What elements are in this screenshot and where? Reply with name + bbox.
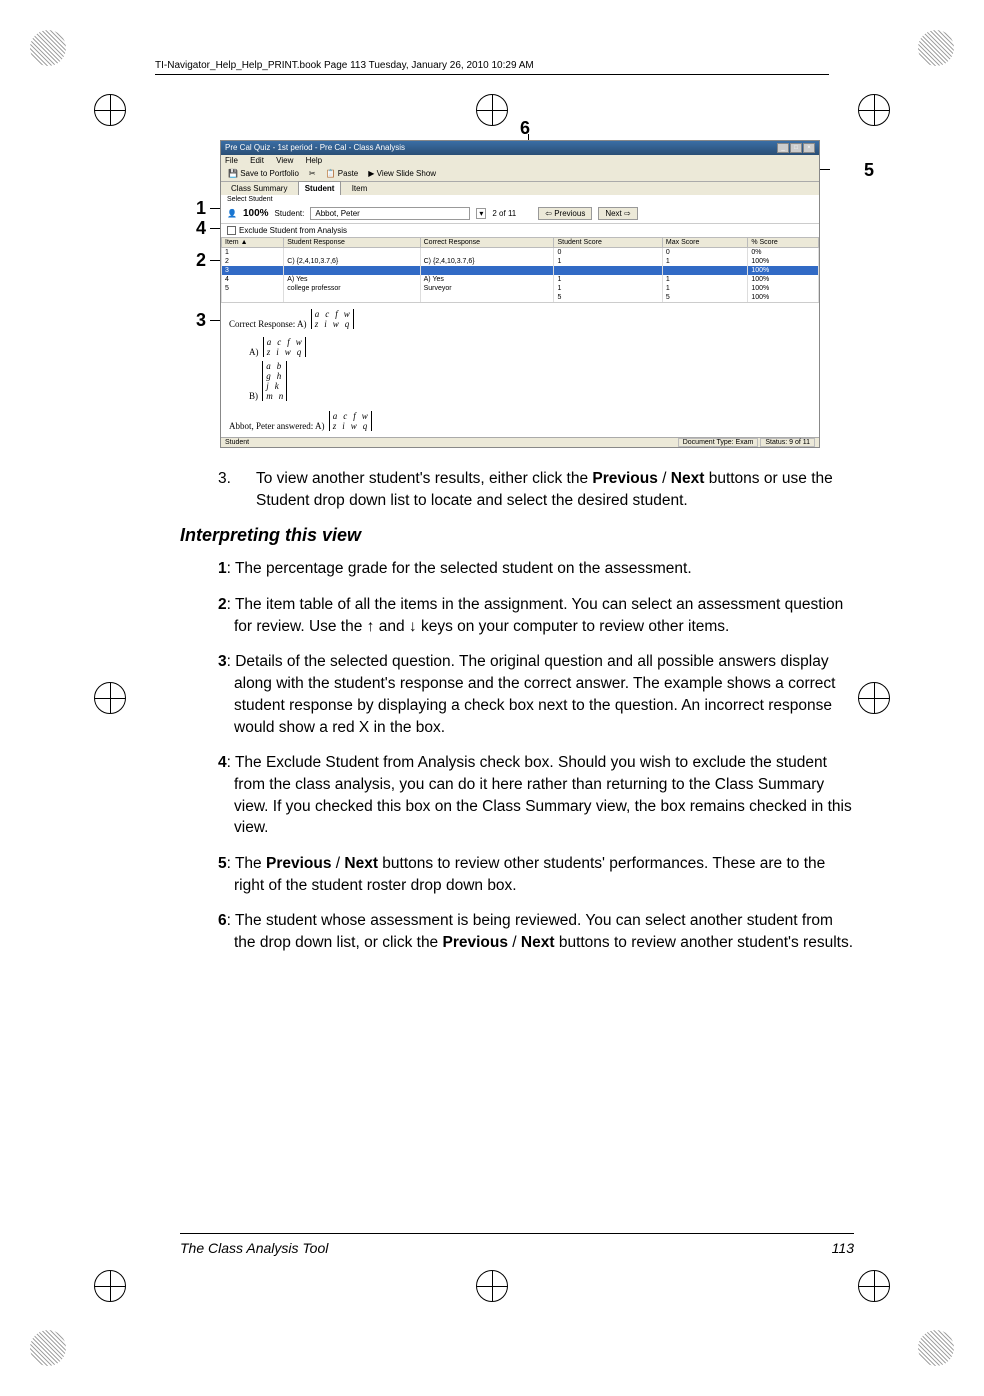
table-row[interactable]: 1000% xyxy=(222,248,819,258)
col-percent: % Score xyxy=(748,238,819,248)
exclude-checkbox[interactable] xyxy=(227,226,236,235)
callout-4: 4 xyxy=(196,218,206,239)
student-counter: 2 of 11 xyxy=(492,209,516,218)
cut-button[interactable]: ✂ xyxy=(306,168,319,179)
tab-student[interactable]: Student xyxy=(298,181,342,195)
definition-2: 2: The item table of all the items in th… xyxy=(218,594,854,637)
maximize-icon[interactable]: □ xyxy=(790,143,802,153)
definition-1: 1: The percentage grade for the selected… xyxy=(218,558,854,580)
callout-3: 3 xyxy=(196,310,206,331)
col-response: Student Response xyxy=(284,238,420,248)
screenshot-figure: 6 1 4 2 3 5 Pre Cal Quiz - 1st period - … xyxy=(220,140,854,448)
col-correct: Correct Response xyxy=(420,238,554,248)
definition-5: 5: The Previous / Next buttons to review… xyxy=(218,853,854,896)
save-to-portfolio-button[interactable]: 💾 Save to Portfolio xyxy=(225,168,302,179)
question-detail-panel: Correct Response: A) acfwziwq A) acfwziw… xyxy=(221,302,819,437)
exclude-label: Exclude Student from Analysis xyxy=(239,226,347,235)
table-row[interactable]: 55100% xyxy=(222,293,819,302)
window-title: Pre Cal Quiz - 1st period - Pre Cal - Cl… xyxy=(225,143,405,153)
dropdown-chevron-icon[interactable]: ▾ xyxy=(476,208,486,219)
paste-button[interactable]: 📋 Paste xyxy=(323,168,362,179)
callout-5: 5 xyxy=(864,160,874,181)
menu-bar: File Edit View Help xyxy=(221,155,819,166)
item-table[interactable]: Item ▲ Student Response Correct Response… xyxy=(221,237,819,302)
student-icon: 👤 xyxy=(227,209,237,218)
next-button[interactable]: Next ⇨ xyxy=(598,207,637,220)
tab-class-summary[interactable]: Class Summary xyxy=(225,182,293,195)
callout-2: 2 xyxy=(196,250,206,271)
window-titlebar: Pre Cal Quiz - 1st period - Pre Cal - Cl… xyxy=(221,141,819,155)
student-answered-label: Abbot, Peter answered: A) xyxy=(229,421,324,431)
slideshow-button[interactable]: ▶ View Slide Show xyxy=(365,168,439,179)
col-item: Item ▲ xyxy=(222,238,284,248)
previous-button[interactable]: ⇦ Previous xyxy=(538,207,592,220)
page-header: TI-Navigator_Help_Help_PRINT.book Page 1… xyxy=(155,60,829,75)
table-row-selected[interactable]: 3100% xyxy=(222,266,819,275)
status-bar: Student Document Type: Exam Status: 9 of… xyxy=(221,437,819,447)
toolbar: 💾 Save to Portfolio ✂ 📋 Paste ▶ View Sli… xyxy=(221,166,819,182)
student-field-label: Student: xyxy=(275,209,305,218)
menu-view[interactable]: View xyxy=(276,156,293,165)
footer-title: The Class Analysis Tool xyxy=(180,1240,328,1256)
page-footer: The Class Analysis Tool 113 xyxy=(180,1233,854,1256)
select-student-label: Select Student xyxy=(221,195,819,204)
col-max-score: Max Score xyxy=(662,238,747,248)
student-dropdown[interactable]: Abbot, Peter xyxy=(310,207,470,220)
definition-4: 4: The Exclude Student from Analysis che… xyxy=(218,752,854,839)
col-student-score: Student Score xyxy=(554,238,662,248)
section-heading: Interpreting this view xyxy=(180,525,854,546)
footer-page-number: 113 xyxy=(832,1240,854,1256)
close-icon[interactable]: × xyxy=(803,143,815,153)
definition-3: 3: Details of the selected question. The… xyxy=(218,651,854,738)
minimize-icon[interactable]: _ xyxy=(777,143,789,153)
menu-edit[interactable]: Edit xyxy=(250,156,264,165)
tab-item[interactable]: Item xyxy=(346,182,374,195)
percentage-grade: 100% xyxy=(243,208,269,219)
callout-1: 1 xyxy=(196,198,206,219)
table-row[interactable]: 2C) {2,4,10,3.7,6}C) {2,4,10,3.7,6}11100… xyxy=(222,257,819,266)
menu-file[interactable]: File xyxy=(225,156,238,165)
table-row[interactable]: 4A) YesA) Yes11100% xyxy=(222,275,819,284)
menu-help[interactable]: Help xyxy=(306,156,322,165)
table-row[interactable]: 5college professorSurveyor11100% xyxy=(222,284,819,293)
definition-6: 6: The student whose assessment is being… xyxy=(218,910,854,953)
instruction-step-3: 3. To view another student's results, ei… xyxy=(218,468,854,511)
correct-response-label: Correct Response: A) xyxy=(229,319,306,329)
view-tabs: Class Summary Student Item xyxy=(221,182,819,195)
